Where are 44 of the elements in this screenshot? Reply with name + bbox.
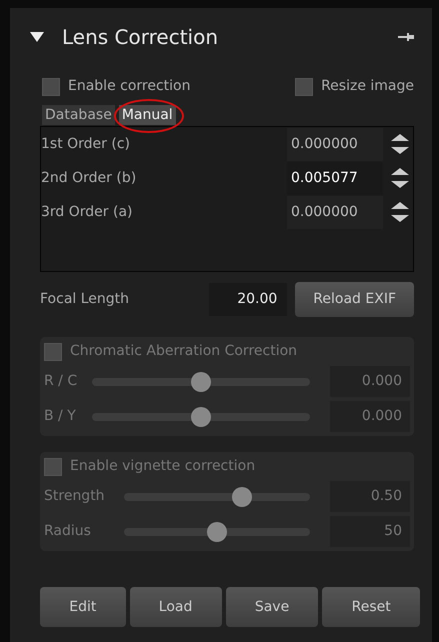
action-button[interactable]: Save bbox=[226, 587, 318, 627]
value-field[interactable]: 0.50 bbox=[330, 481, 410, 512]
spinner-icon[interactable] bbox=[391, 133, 409, 155]
reload-button[interactable]: Reload EXIF bbox=[295, 282, 414, 317]
number-field[interactable]: 20.00 bbox=[209, 283, 288, 316]
value-field[interactable]: 0.000 bbox=[330, 401, 410, 432]
tab[interactable]: Manual bbox=[118, 105, 176, 125]
number-field[interactable]: 0.000000 bbox=[287, 128, 383, 160]
action-button[interactable]: Reset bbox=[322, 587, 420, 627]
spinner-icon[interactable] bbox=[391, 167, 409, 189]
slider-thumb[interactable] bbox=[232, 486, 252, 506]
group-label: Enable vignette correction bbox=[70, 457, 256, 476]
slider[interactable] bbox=[124, 522, 310, 542]
slider-label: R / C bbox=[44, 372, 78, 391]
slider-label: Strength bbox=[44, 487, 106, 506]
slider[interactable] bbox=[92, 406, 310, 426]
field-label: Focal Length bbox=[40, 290, 130, 309]
action-button[interactable]: Edit bbox=[40, 587, 126, 627]
checkbox[interactable] bbox=[44, 342, 62, 360]
checkbox-label: Resize image bbox=[321, 77, 414, 96]
value-field[interactable]: 50 bbox=[330, 516, 410, 547]
action-button[interactable]: Load bbox=[130, 587, 222, 627]
coefficient-label: 2nd Order (b) bbox=[41, 168, 138, 188]
group-label: Chromatic Aberration Correction bbox=[70, 342, 298, 361]
checkbox-label: Enable correction bbox=[68, 77, 190, 96]
panel-title: Lens Correction bbox=[62, 24, 218, 51]
checkbox[interactable] bbox=[42, 78, 60, 96]
pin-icon[interactable] bbox=[398, 33, 414, 41]
slider-thumb[interactable] bbox=[207, 522, 227, 542]
number-field[interactable]: 0.000000 bbox=[287, 196, 383, 228]
checkbox[interactable] bbox=[44, 458, 62, 476]
spinner-icon[interactable] bbox=[391, 201, 409, 223]
coefficient-label: 3rd Order (a) bbox=[41, 202, 134, 222]
slider-label: Radius bbox=[44, 522, 92, 541]
slider-thumb[interactable] bbox=[191, 372, 211, 392]
slider[interactable] bbox=[92, 372, 310, 392]
value-field[interactable]: 0.000 bbox=[330, 366, 410, 397]
slider-thumb[interactable] bbox=[191, 406, 211, 426]
slider[interactable] bbox=[124, 486, 310, 506]
checkbox[interactable] bbox=[295, 78, 314, 96]
coefficient-label: 1st Order (c) bbox=[41, 134, 131, 154]
tab[interactable]: Database bbox=[42, 105, 115, 125]
collapse-icon[interactable] bbox=[30, 31, 44, 43]
slider-label: B / Y bbox=[44, 407, 77, 426]
